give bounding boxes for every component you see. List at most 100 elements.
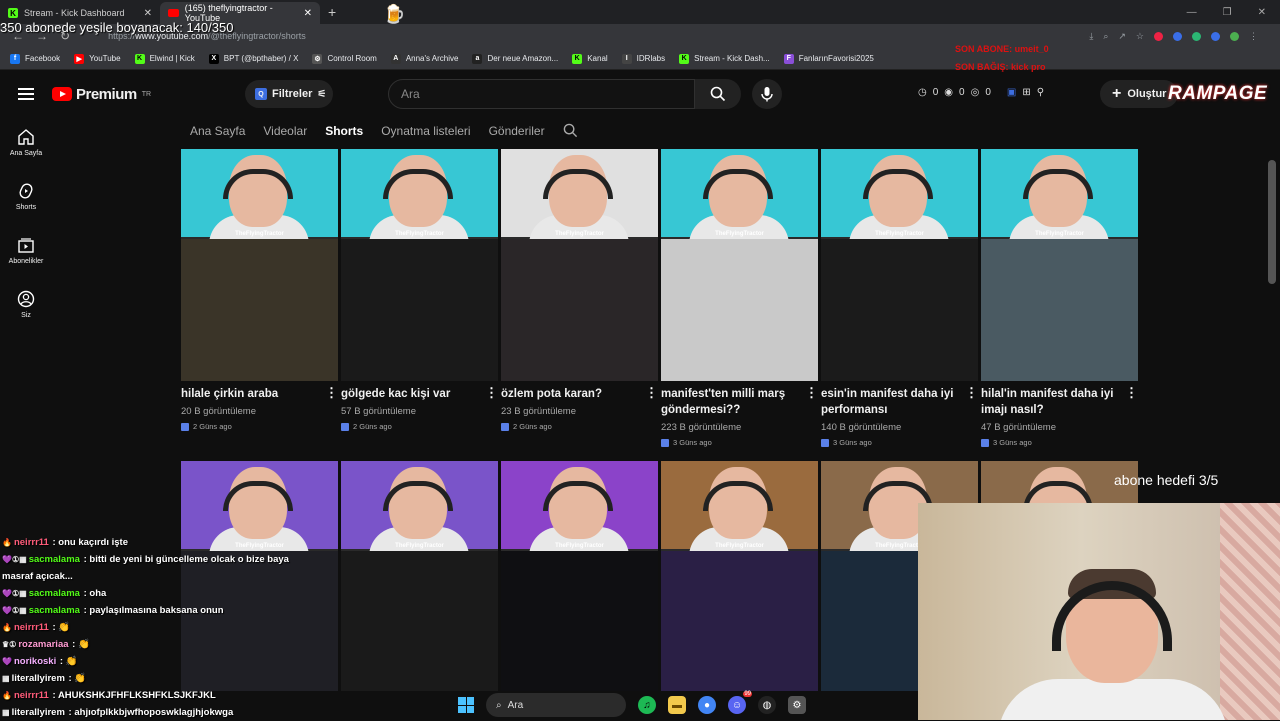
short-thumbnail[interactable]: TheFlyingTractor (341, 149, 498, 381)
zoom-icon[interactable]: ⌕ (1103, 31, 1108, 42)
bookmark-item[interactable]: K Kanal (572, 53, 608, 64)
profile-avatar[interactable] (1230, 31, 1239, 41)
more-options-icon[interactable]: ⋮ (805, 386, 818, 418)
short-title[interactable]: hilale çirkin araba (181, 386, 316, 402)
short-title[interactable]: gölgede kac kişi var (341, 386, 476, 402)
extension-icon[interactable] (1173, 31, 1182, 41)
sidebar-item-shorts[interactable]: Shorts (0, 172, 52, 226)
bookmark-star-icon[interactable]: ☆ (1136, 31, 1144, 42)
sidebar-item-you[interactable]: Siz (0, 280, 52, 334)
menu-icon[interactable]: ⋮ (1249, 31, 1258, 42)
short-thumbnail[interactable]: TheFlyingTractor (661, 149, 818, 381)
short-title[interactable]: manifest'ten milli marş göndermesi?? (661, 386, 796, 418)
bookmark-label: YouTube (89, 54, 121, 63)
taskbar-search[interactable]: ⌕ Ara (486, 693, 626, 717)
chat-username[interactable]: neirrr11 (14, 690, 49, 701)
bookmark-item[interactable]: K Elwind | Kick (134, 53, 195, 64)
extension-icon[interactable] (1192, 31, 1201, 41)
bookmark-item[interactable]: ⚙ Control Room (312, 53, 377, 64)
tab-home[interactable]: Ana Sayfa (190, 124, 245, 138)
chrome-icon[interactable]: ● (698, 696, 716, 714)
voice-search-button[interactable] (752, 79, 782, 109)
maximize-icon[interactable]: ❐ (1223, 7, 1232, 18)
folder-icon[interactable]: ▬ (668, 696, 686, 714)
short-thumbnail[interactable]: TheFlyingTractor (821, 149, 978, 381)
tab-shorts[interactable]: Shorts (325, 124, 363, 138)
short-thumbnail[interactable]: TheFlyingTractor (181, 149, 338, 381)
bookmark-item[interactable]: a Der neue Amazon... (472, 53, 558, 64)
chat-message: ▦ literallyirem : ahjıofplkkbjwfhoposwkla… (2, 704, 302, 721)
short-card[interactable]: TheFlyingTractor (661, 461, 818, 691)
sidebar-item-subscriptions[interactable]: Abonelikler (0, 226, 52, 280)
close-window-icon[interactable]: ✕ (1258, 7, 1266, 18)
chat-username[interactable]: sacmalama (29, 605, 80, 616)
short-thumbnail[interactable]: TheFlyingTractor (341, 461, 498, 691)
tab-posts[interactable]: Gönderiler (489, 124, 545, 138)
youtube-premium-logo[interactable]: Premium TR (52, 86, 151, 103)
search-button[interactable] (695, 79, 741, 109)
short-card[interactable]: TheFlyingTractor manifest'ten milli marş … (661, 149, 818, 447)
short-title[interactable]: özlem pota karan? (501, 386, 636, 402)
bookmark-item[interactable]: X BPT (@bpthaber) / X (208, 53, 298, 64)
short-card[interactable]: TheFlyingTractor gölgede kac kişi var ⋮ 57 … (341, 149, 498, 447)
spotify-icon[interactable]: ♫ (638, 696, 656, 714)
bookmark-item[interactable]: I IDRlabs (621, 53, 665, 64)
extension-icon[interactable] (1211, 31, 1220, 41)
page-scrollbar[interactable] (1268, 160, 1276, 284)
short-card[interactable]: TheFlyingTractor hilale çirkin araba ⋮ 20 B… (181, 149, 338, 447)
short-thumbnail[interactable]: TheFlyingTractor (501, 461, 658, 691)
short-card[interactable]: TheFlyingTractor esin'in manifest daha iy… (821, 149, 978, 447)
short-thumbnail[interactable]: TheFlyingTractor (661, 461, 818, 691)
tab-videos[interactable]: Videolar (263, 124, 307, 138)
bookmark-item[interactable]: A Anna's Archive (390, 53, 458, 64)
filters-button[interactable]: Q Filtreler ⚟ (245, 80, 333, 108)
windows-start-icon[interactable] (458, 697, 474, 713)
ext-icon[interactable]: ▣ (1007, 87, 1016, 98)
more-options-icon[interactable]: ⋮ (645, 386, 658, 402)
short-thumbnail[interactable]: TheFlyingTractor (501, 149, 658, 381)
short-title[interactable]: esin'in manifest daha iyi performansı (821, 386, 956, 418)
clock-icon: ◷ (918, 87, 927, 98)
short-thumbnail[interactable]: TheFlyingTractor (981, 149, 1138, 381)
chat-username[interactable]: rozamariaa (18, 639, 68, 650)
short-card[interactable]: TheFlyingTractor (341, 461, 498, 691)
grid-icon[interactable]: ⊞ (1022, 87, 1030, 98)
more-options-icon[interactable]: ⋮ (325, 386, 338, 402)
more-options-icon[interactable]: ⋮ (485, 386, 498, 402)
chat-username[interactable]: norikoski (14, 656, 56, 667)
bookmark-item[interactable]: f Facebook (10, 53, 60, 64)
bookmark-item[interactable]: F FanlarınFavorisi2025 (783, 53, 874, 64)
new-tab-button[interactable]: + (328, 4, 336, 20)
bookmark-item[interactable]: K Stream - Kick Dash... (679, 53, 770, 64)
search-input[interactable]: Ara (388, 79, 695, 109)
chat-username[interactable]: neirrr11 (14, 537, 49, 548)
close-icon[interactable]: ✕ (304, 8, 312, 19)
chat-username[interactable]: literallyirem (12, 673, 65, 684)
short-card[interactable]: TheFlyingTractor (501, 461, 658, 691)
short-title[interactable]: hilal'in manifest daha iyi imajı nasıl? (981, 386, 1116, 418)
discord-icon[interactable]: ☺ 99 (728, 691, 752, 714)
tab-playlists[interactable]: Oynatma listeleri (381, 124, 470, 138)
obs-icon[interactable]: ◍ (758, 696, 776, 714)
chat-text: 👏 (58, 622, 71, 633)
minimize-icon[interactable]: — (1187, 7, 1197, 18)
chat-username[interactable]: neirrr11 (14, 622, 49, 633)
bookmark-item[interactable]: ▶ YouTube (74, 53, 121, 64)
settings-icon[interactable]: ⚙ (788, 696, 806, 714)
chat-username[interactable]: sacmalama (29, 554, 80, 565)
short-card[interactable]: TheFlyingTractor özlem pota karan? ⋮ 23 B g… (501, 149, 658, 447)
short-card[interactable]: TheFlyingTractor hilal'in manifest daha i… (981, 149, 1138, 447)
share-icon[interactable]: ↗ (1118, 31, 1126, 42)
close-icon[interactable]: ✕ (144, 8, 152, 19)
menu-hamburger-icon[interactable] (18, 88, 34, 100)
search-icon[interactable] (563, 123, 578, 138)
extension-icon[interactable] (1154, 31, 1163, 41)
chat-username[interactable]: sacmalama (29, 588, 80, 599)
create-button[interactable]: + Oluştur (1100, 80, 1179, 108)
chat-username[interactable]: literallyirem (12, 707, 65, 718)
install-icon[interactable]: ⤓ (1089, 31, 1093, 42)
more-options-icon[interactable]: ⋮ (1125, 386, 1138, 418)
sidebar-item-home[interactable]: Ana Sayfa (0, 118, 52, 172)
more-options-icon[interactable]: ⋮ (965, 386, 978, 418)
bulb-icon[interactable]: ⚲ (1037, 87, 1044, 98)
